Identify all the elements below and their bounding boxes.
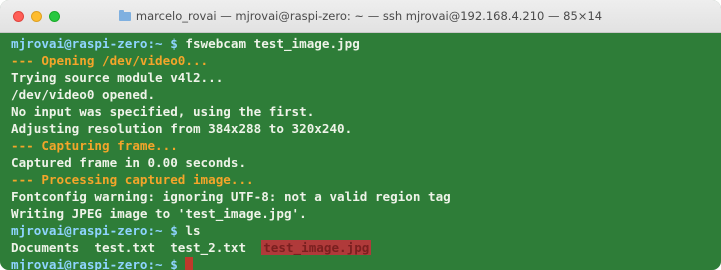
- output-line: --- Capturing frame...: [11, 137, 721, 154]
- terminal-output[interactable]: mjrovai@raspi-zero:~ $ fswebcam test_ima…: [0, 33, 721, 270]
- folder-icon: [118, 9, 131, 21]
- output-text: Documents test.txt test_2.txt: [11, 240, 262, 255]
- output-text: Fontconfig warning: ignoring UTF-8: not …: [11, 189, 451, 204]
- output-line: Trying source module v4l2...: [11, 69, 721, 86]
- terminal-window: marcelo_rovai — mjrovai@raspi-zero: ~ — …: [0, 0, 721, 270]
- output-line: Documents test.txt test_2.txt test_image…: [11, 239, 721, 256]
- output-text: Trying source module v4l2...: [11, 70, 224, 85]
- command-line: mjrovai@raspi-zero:~ $: [11, 256, 721, 270]
- output-text: --- Capturing frame...: [11, 138, 178, 153]
- output-line: Adjusting resolution from 384x288 to 320…: [11, 120, 721, 137]
- output-line: --- Opening /dev/video0...: [11, 52, 721, 69]
- output-line: No input was specified, using the first.: [11, 103, 721, 120]
- output-text: Adjusting resolution from 384x288 to 320…: [11, 121, 353, 136]
- output-line: --- Processing captured image...: [11, 171, 721, 188]
- text-cursor: [185, 257, 194, 270]
- command-text: fswebcam test_image.jpg: [185, 36, 360, 51]
- output-text: --- Processing captured image...: [11, 172, 254, 187]
- shell-prompt: mjrovai@raspi-zero:~ $: [11, 36, 186, 51]
- window-title-container: marcelo_rovai — mjrovai@raspi-zero: ~ — …: [0, 0, 721, 32]
- output-text: No input was specified, using the first.: [11, 104, 315, 119]
- shell-prompt: mjrovai@raspi-zero:~ $: [11, 257, 186, 270]
- title-bar: marcelo_rovai — mjrovai@raspi-zero: ~ — …: [0, 0, 721, 33]
- output-line: Writing JPEG image to 'test_image.jpg'.: [11, 205, 721, 222]
- command-line: mjrovai@raspi-zero:~ $ ls: [11, 222, 721, 239]
- output-line: /dev/video0 opened.: [11, 86, 721, 103]
- shell-prompt: mjrovai@raspi-zero:~ $: [11, 223, 186, 238]
- output-line: Fontconfig warning: ignoring UTF-8: not …: [11, 188, 721, 205]
- output-text: Writing JPEG image to 'test_image.jpg'.: [11, 206, 307, 221]
- command-text: ls: [185, 223, 201, 238]
- window-title: marcelo_rovai — mjrovai@raspi-zero: ~ — …: [135, 9, 603, 23]
- output-text: Captured frame in 0.00 seconds.: [11, 155, 247, 170]
- output-text: --- Opening /dev/video0...: [11, 53, 209, 68]
- command-line: mjrovai@raspi-zero:~ $ fswebcam test_ima…: [11, 35, 721, 52]
- output-line: Captured frame in 0.00 seconds.: [11, 154, 721, 171]
- output-text: /dev/video0 opened.: [11, 87, 156, 102]
- image-file-entry: test_image.jpg: [261, 240, 372, 255]
